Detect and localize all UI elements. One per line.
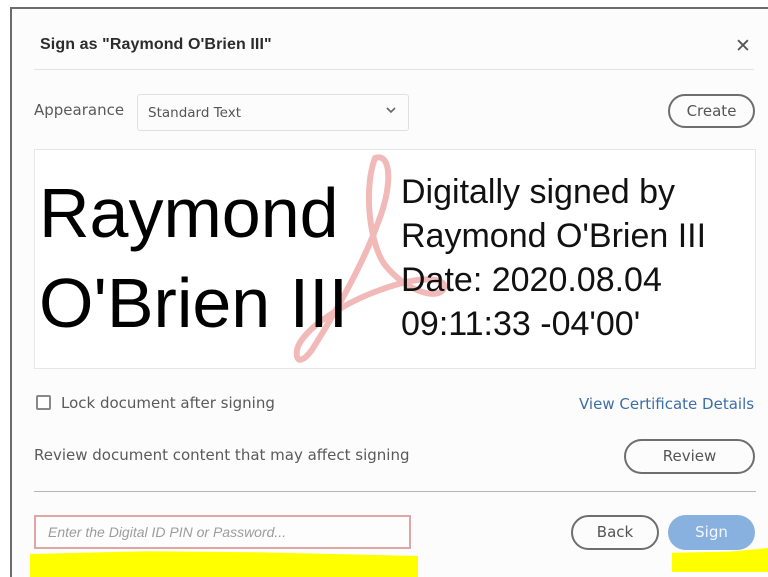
view-certificate-details-link[interactable]: View Certificate Details xyxy=(579,395,754,413)
sign-dialog: Sign as "Raymond O'Brien III" ✕ Appearan… xyxy=(12,9,768,577)
signature-detail-line: Raymond O'Brien III xyxy=(401,217,707,255)
signature-preview: Raymond O'Brien III Digitally signed by … xyxy=(34,149,756,369)
close-icon[interactable]: ✕ xyxy=(734,37,752,56)
lock-document-checkbox[interactable] xyxy=(36,395,51,410)
create-button[interactable]: Create xyxy=(668,94,755,128)
header-divider xyxy=(34,69,754,70)
signature-details: Digitally signed by Raymond O'Brien III … xyxy=(401,170,706,346)
signature-name: Raymond O'Brien III xyxy=(39,168,348,348)
pin-password-input[interactable] xyxy=(34,515,411,549)
signature-name-line2: O'Brien III xyxy=(39,264,349,342)
signature-detail-line: Date: 2020.08.04 xyxy=(401,261,662,299)
review-button[interactable]: Review xyxy=(624,439,755,474)
signature-detail-line: Digitally signed by xyxy=(401,173,676,211)
back-button[interactable]: Back xyxy=(571,515,659,550)
chevron-down-icon xyxy=(386,107,396,114)
signature-name-line1: Raymond xyxy=(39,174,339,252)
screenshot-frame: Sign as "Raymond O'Brien III" ✕ Appearan… xyxy=(0,0,768,577)
sign-button[interactable]: Sign xyxy=(668,515,755,550)
review-description: Review document content that may affect … xyxy=(34,446,410,464)
lock-document-label: Lock document after signing xyxy=(61,394,275,412)
footer-divider xyxy=(34,491,756,492)
appearance-label: Appearance xyxy=(34,101,125,119)
appearance-dropdown[interactable]: Standard Text xyxy=(137,94,409,131)
appearance-selected-value: Standard Text xyxy=(148,105,242,121)
signature-detail-line: 09:11:33 -04'00' xyxy=(401,305,641,343)
dialog-title: Sign as "Raymond O'Brien III" xyxy=(40,36,272,53)
